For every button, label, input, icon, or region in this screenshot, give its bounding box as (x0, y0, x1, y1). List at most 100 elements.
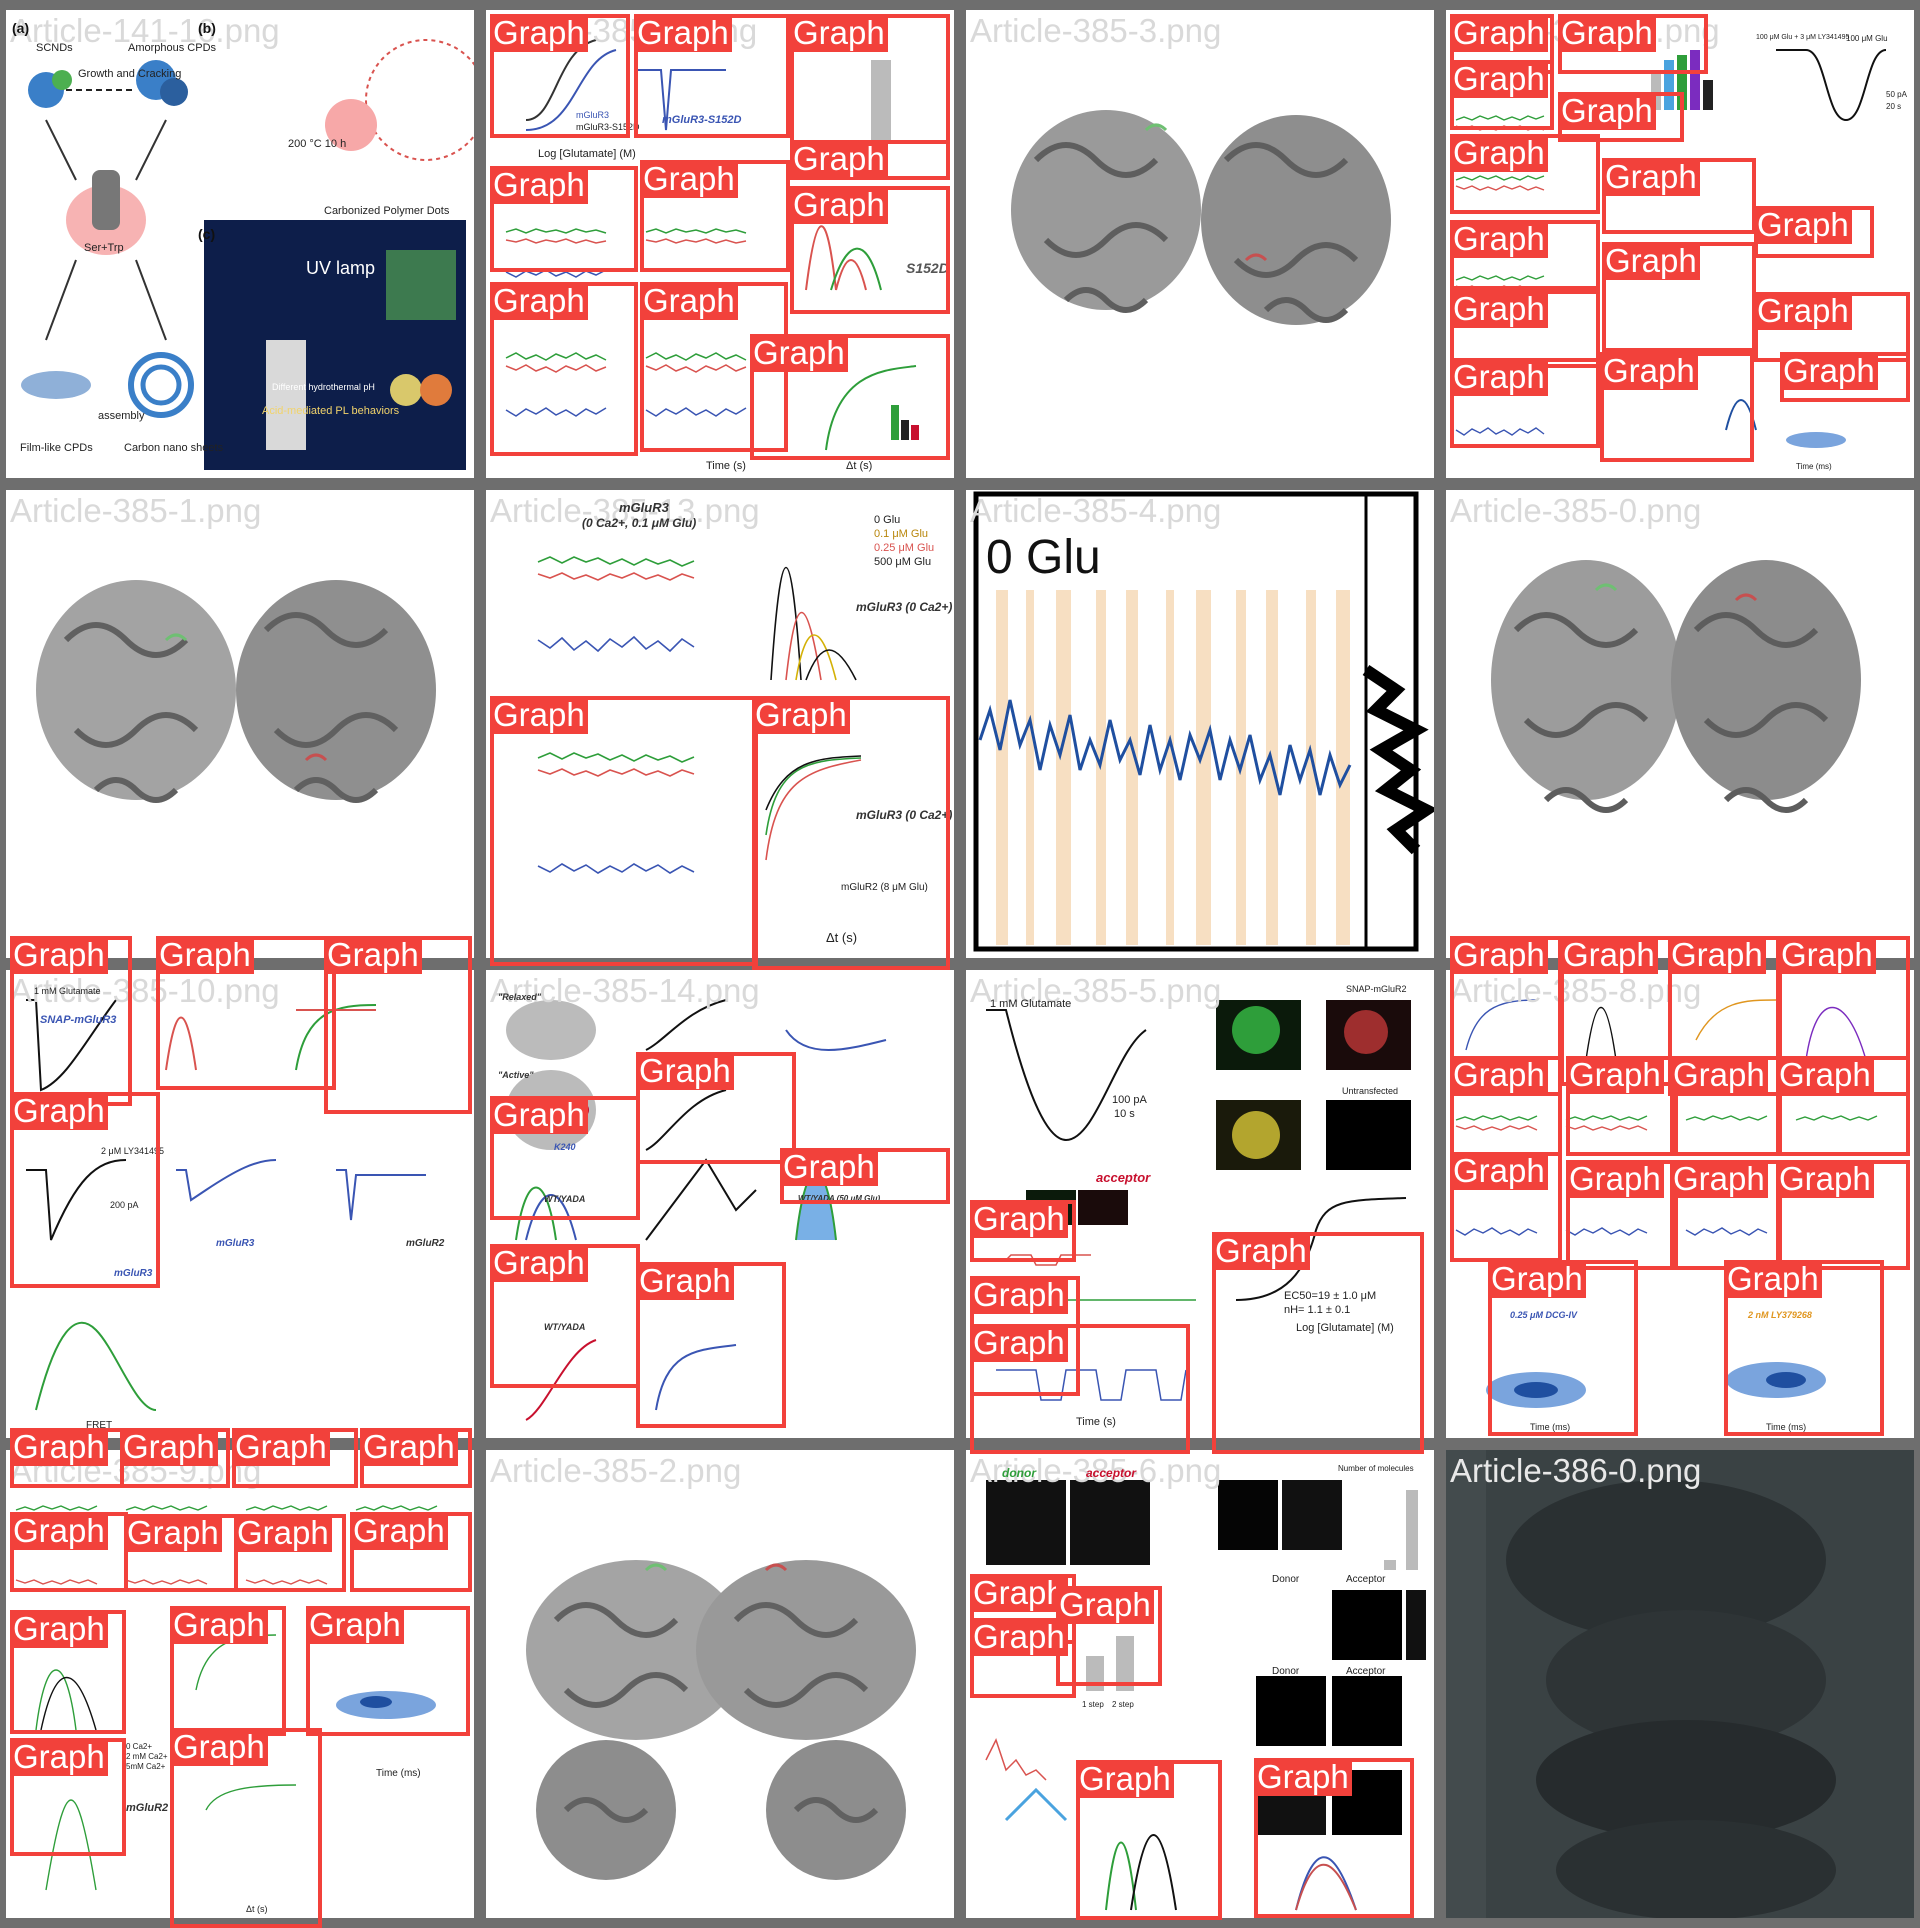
graph-detection-box[interactable]: Graph (10, 1092, 160, 1288)
graph-detection-label: Graph (10, 1738, 108, 1776)
graph-detection-box[interactable]: Graph (1450, 290, 1600, 368)
graph-detection-label: Graph (1754, 292, 1852, 330)
graph-detection-label: Graph (640, 282, 738, 320)
graph-detection-box[interactable]: Graph (1602, 158, 1756, 234)
graph-detection-box[interactable]: Graph (490, 14, 630, 138)
bar-label: 1 step (1082, 1700, 1104, 1709)
graph-detection-box[interactable]: Graph (120, 1428, 230, 1488)
thumbnail-tile[interactable]: Article-385-1.png (6, 490, 474, 958)
graph-detection-box[interactable]: Graph (1776, 1160, 1910, 1270)
graph-detection-box[interactable]: Graph (780, 1148, 950, 1204)
graph-detection-box[interactable]: Graph (490, 696, 758, 966)
graph-detection-label: Graph (636, 1052, 734, 1090)
graph-detection-box[interactable]: Graph (1254, 1758, 1414, 1918)
graph-detection-box[interactable]: Graph (170, 1728, 322, 1928)
graph-detection-box[interactable]: Graph (1780, 352, 1910, 402)
chart-subtitle: (0 Ca2+, 0.1 μM Glu) (582, 516, 697, 530)
graph-detection-box[interactable]: Graph (490, 282, 638, 456)
graph-detection-box[interactable]: Graph (1450, 220, 1600, 290)
graph-detection-box[interactable]: Graph (1602, 242, 1756, 352)
graph-detection-box[interactable]: Graph (1450, 1152, 1562, 1262)
graph-detection-box[interactable]: Graph (10, 1512, 128, 1592)
graph-detection-label: Graph (970, 1324, 1068, 1362)
structure-label: "Relaxed" (498, 992, 542, 1002)
diagram-label: UV lamp (306, 258, 376, 278)
graph-detection-box[interactable]: Graph (1670, 1056, 1782, 1156)
chart-title: mGluR2 (126, 1802, 169, 1814)
graph-detection-box[interactable]: Graph (1558, 14, 1708, 74)
graph-detection-box[interactable]: Graph (1566, 1160, 1678, 1270)
graph-detection-box[interactable]: Graph (970, 1324, 1190, 1454)
graph-detection-box[interactable]: Graph (1076, 1760, 1222, 1920)
graph-detection-box[interactable]: Graph (790, 14, 950, 144)
graph-detection-box[interactable]: Graph (636, 1052, 796, 1164)
graph-detection-box[interactable]: Graph (234, 1514, 346, 1592)
graph-detection-box[interactable]: Graph (360, 1428, 472, 1488)
graph-detection-box[interactable]: Graph (350, 1512, 472, 1592)
graph-detection-label: Graph (790, 14, 888, 52)
graph-detection-box[interactable]: Graph (1450, 358, 1600, 448)
graph-detection-box[interactable]: Graph (10, 1738, 126, 1856)
graph-detection-box[interactable]: Graph (490, 1096, 640, 1220)
thumbnail-tile[interactable]: Article-385-0.png (1446, 490, 1914, 958)
graph-detection-box[interactable]: Graph (1754, 206, 1874, 258)
scale-bar-label: 10 s (1114, 1108, 1135, 1120)
graph-detection-box[interactable]: Graph (490, 166, 638, 272)
graph-detection-label: Graph (970, 1200, 1068, 1238)
graph-detection-box[interactable]: Graph (970, 1200, 1076, 1262)
graph-detection-box[interactable]: Graph (10, 1610, 126, 1734)
graph-detection-box[interactable]: Graph (636, 1262, 786, 1428)
graph-detection-box[interactable]: Graph (490, 1244, 640, 1388)
graph-detection-label: Graph (1602, 242, 1700, 280)
graph-detection-label: Graph (120, 1428, 218, 1466)
graph-detection-box[interactable]: Graph (750, 334, 950, 460)
graph-detection-box[interactable]: Graph (1212, 1232, 1424, 1454)
thumbnail-tile[interactable]: Article-386-0.png (1446, 1450, 1914, 1918)
axis-label: Δt (s) (846, 460, 873, 472)
thumbnail-tile[interactable]: Article-141-16.png (a) (b) (c) SCNDs Gro… (6, 10, 474, 478)
graph-detection-label: Graph (10, 1092, 108, 1130)
diagram-label: Carbonized Polymer Dots (324, 205, 450, 217)
image-label: Donor (1272, 1666, 1300, 1677)
graph-detection-box[interactable]: Graph (1566, 1056, 1678, 1156)
graph-detection-box[interactable]: Graph (324, 936, 472, 1114)
graph-detection-label: Graph (1670, 1160, 1768, 1198)
graph-detection-box[interactable]: Graph (170, 1606, 286, 1736)
legend-label: 0.1 μM Glu (874, 528, 929, 540)
graph-detection-box[interactable]: Graph (306, 1606, 470, 1736)
graph-detection-label: Graph (124, 1514, 222, 1552)
graph-detection-box[interactable]: Graph (124, 1514, 238, 1592)
diagram-label: Ser+Trp (84, 242, 124, 254)
graph-detection-box[interactable]: Graph (1488, 1260, 1638, 1436)
graph-detection-box[interactable]: Graph (1450, 134, 1600, 214)
graph-detection-box[interactable]: Graph (790, 186, 950, 314)
graph-detection-box[interactable]: Graph (1724, 1260, 1884, 1436)
protein-structure-image (526, 1560, 916, 1880)
image-label: Acceptor (1346, 1574, 1386, 1585)
graph-detection-box[interactable]: Graph (640, 160, 790, 272)
graph-detection-box[interactable]: Graph (156, 936, 336, 1090)
graph-detection-box[interactable]: Graph (10, 1428, 124, 1488)
axis-label: Log [Glutamate] (M) (538, 148, 636, 160)
graph-detection-box[interactable]: Graph (1450, 60, 1554, 130)
graph-detection-box[interactable]: Graph (10, 936, 132, 1106)
thumbnail-tile[interactable]: Article-385-3.png (966, 10, 1434, 478)
chart-title: mGluR3 (619, 500, 669, 515)
graph-detection-box[interactable]: Graph (634, 14, 790, 138)
graph-detection-box[interactable]: Graph (752, 696, 950, 970)
graph-detection-label: Graph (970, 1276, 1068, 1314)
graph-detection-box[interactable]: Graph (970, 1618, 1076, 1698)
graph-detection-box[interactable]: Graph (232, 1428, 358, 1488)
graph-detection-box[interactable]: Graph (1450, 1056, 1562, 1156)
thumbnail-tile[interactable]: Article-385-4.png 0 Glu (966, 490, 1434, 958)
graph-detection-box[interactable]: Graph (790, 140, 950, 180)
graph-detection-label: Graph (232, 1428, 330, 1466)
chart-title: mGluR2 (406, 1238, 445, 1249)
axis-label: Number of molecules (1338, 1464, 1414, 1473)
thumbnail-tile[interactable]: Article-385-2.png (486, 1450, 954, 1918)
graph-detection-box[interactable]: Graph (1776, 1056, 1910, 1156)
graph-detection-label: Graph (780, 1148, 878, 1186)
graph-detection-box[interactable]: Graph (1670, 1160, 1782, 1270)
legend-label: 0 Glu (874, 514, 901, 526)
graph-detection-box[interactable]: Graph (1600, 352, 1754, 462)
